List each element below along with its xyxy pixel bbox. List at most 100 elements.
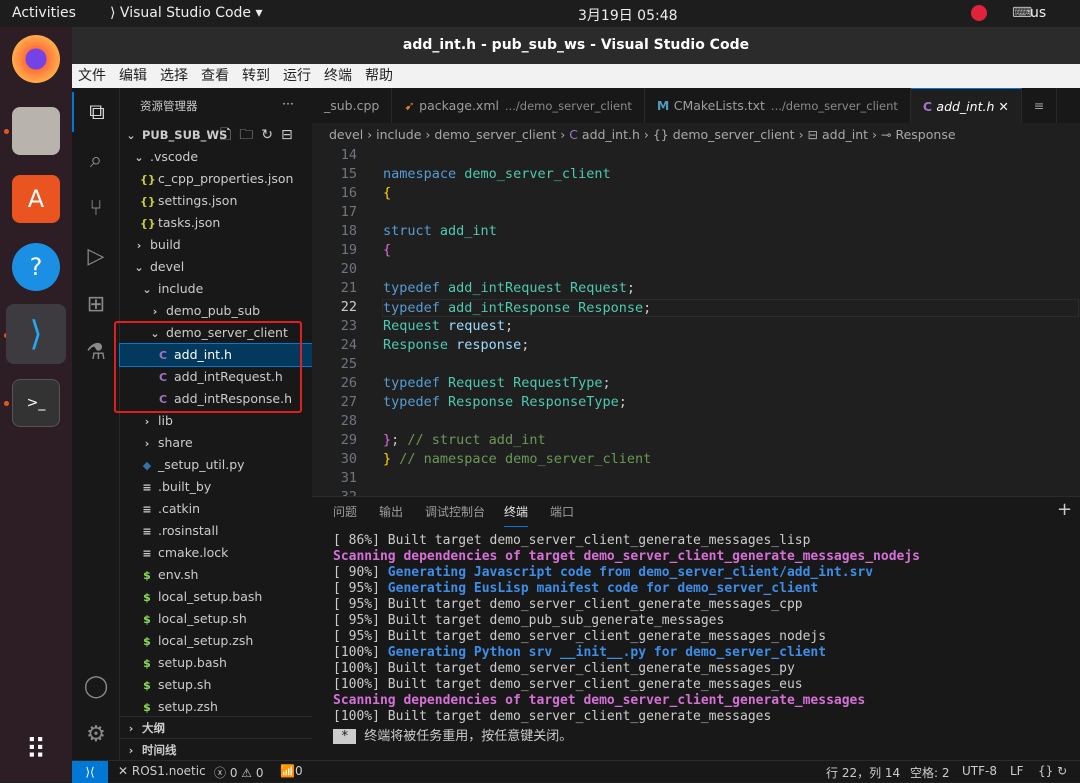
code-line: Response response; [383,337,530,353]
menu-item[interactable]: 编辑 [119,64,147,88]
run-debug-icon[interactable]: ▷ [72,236,120,276]
indentation[interactable]: 空格: 2 [910,764,950,781]
menu-item[interactable]: 文件 [78,64,106,88]
tree-item[interactable]: $ local_setup.sh [120,608,312,630]
help-icon[interactable]: ? [12,243,60,291]
line-number: 18 [340,223,357,239]
code-line: struct add_int [383,223,497,239]
vscode-dock-icon[interactable]: ⟩ [6,304,66,364]
keyboard-layout[interactable]: us [1030,5,1046,21]
tree-item[interactable]: › lib [120,410,312,432]
search-icon[interactable]: ⌕ [72,140,120,180]
workspace-root[interactable]: ⌄ PUB_SUB_WS 🗋🗀↻⊟ [120,124,312,146]
explorer-actions[interactable]: 🗋🗀↻⊟ [220,124,301,146]
tab-cmakelists-txt[interactable]: M CMakeLists.txt .../demo_server_client [645,88,911,123]
terminal-icon[interactable]: >_ [12,379,60,427]
tree-item[interactable]: › share [120,432,312,454]
problems-status[interactable]: ⓧ 0 ⚠ 0 [214,764,264,781]
extensions-icon[interactable]: ⊞ [72,284,120,324]
tab-add-int-h[interactable]: C add_int.h ✕ [910,88,1022,123]
remote-status[interactable]: ✕ ROS1.noetic [118,764,206,778]
breadcrumb: devel › include › demo_server_client › C… [312,124,1080,146]
menu-item[interactable]: 帮助 [365,64,393,88]
activities-button[interactable]: Activities [12,5,76,21]
terminal-line: Scanning dependencies of target demo_ser… [333,693,865,708]
account-icon[interactable]: ◯ [72,666,120,706]
breadcrumb-item[interactable]: demo_server_client [673,127,795,142]
new-terminal-button[interactable]: + [1057,499,1072,520]
breadcrumb-item[interactable]: include [376,127,421,142]
lines-icon: ≡ [142,547,152,560]
tree-item[interactable]: {} settings.json [120,190,312,212]
breadcrumb-item[interactable]: add_int.h [582,127,640,142]
tree-item[interactable]: ⌄ include [120,278,312,300]
clock[interactable]: 3月19日 05:48 [578,5,678,25]
tree-item[interactable]: ⌄ devel [120,256,312,278]
tab--sub-cpp[interactable]: _sub.cpp [312,88,393,123]
app-menu[interactable]: ⟩ Visual Studio Code ▾ [110,5,263,21]
tree-item[interactable]: $ local_setup.zsh [120,630,312,652]
tree-item[interactable]: $ setup.zsh [120,696,312,718]
tree-item[interactable]: › build [120,234,312,256]
tab-package-xml[interactable]: ➹ package.xml .../demo_server_client [392,88,645,123]
editor-actions-icon[interactable]: ≡ [1022,88,1058,123]
encoding[interactable]: UTF-8 [962,764,997,778]
close-icon[interactable]: ✕ [994,99,1008,114]
tree-item[interactable]: › demo_pub_sub [120,300,312,322]
source-control-icon[interactable]: ⑂ [72,188,120,228]
dollar-icon: $ [143,657,151,670]
cursor-position[interactable]: 行 22，列 14 [826,764,900,781]
terminal-text: Generating Javascript code from demo_ser… [387,565,874,580]
tree-item[interactable]: ≡ .built_by [120,476,312,498]
tree-item-label: demo_pub_sub [166,303,261,318]
panel-tab[interactable]: 输出 [379,503,403,520]
more-actions-button[interactable]: ··· [282,96,294,111]
files-icon[interactable] [12,107,60,155]
tree-item[interactable]: $ local_setup.bash [120,586,312,608]
do-not-disturb-icon[interactable] [971,5,987,21]
terminal-text: Scanning dependencies of target demo_ser… [333,693,866,708]
menu-item[interactable]: 选择 [160,64,188,88]
ports-status[interactable]: 📶0 [280,764,303,778]
terminal-output[interactable]: [ 86%] Built target demo_server_client_g… [312,533,1052,761]
code-line: }; // struct add_int [383,432,546,448]
tree-item[interactable]: $ env.sh [120,564,312,586]
menu-item[interactable]: 查看 [201,64,229,88]
panel-tab[interactable]: 调试控制台 [425,503,485,520]
tree-item[interactable]: ◆ _setup_util.py [120,454,312,476]
panel-tab[interactable]: 终端 [504,503,529,527]
outline-section[interactable]: › 大纲 [120,716,312,738]
firefox-icon[interactable] [12,35,60,83]
breadcrumb-item[interactable]: Response [895,127,955,142]
tree-item[interactable]: ⌄ .vscode [120,146,312,168]
tree-item[interactable]: $ setup.sh [120,674,312,696]
tree-item[interactable]: {} tasks.json [120,212,312,234]
json-icon: {} [140,173,156,186]
breadcrumb-item[interactable]: add_int [822,127,868,142]
progress-prefix: [ 95%] [333,581,388,596]
terminal-line: [100%] Built target demo_server_client_g… [333,677,803,692]
tree-item[interactable]: ≡ cmake.lock [120,542,312,564]
tree-item[interactable]: ≡ .rosinstall [120,520,312,542]
code-editor[interactable]: 14 15 namespace demo_server_client 16 {17 18 s… [312,146,1080,496]
tree-item[interactable]: ≡ .catkin [120,498,312,520]
timeline-section[interactable]: › 时间线 [120,738,312,760]
explorer-icon[interactable]: ⧉ [72,92,120,132]
menu-item[interactable]: 终端 [324,64,352,88]
app-center-icon[interactable]: A [12,175,60,223]
menu-item[interactable]: 转到 [242,64,270,88]
menu-item[interactable]: 运行 [283,64,311,88]
panel-tab[interactable]: 问题 [333,503,357,520]
tree-item[interactable]: {} c_cpp_properties.json [120,168,312,190]
breadcrumb-item[interactable]: devel [329,127,363,142]
remote-icon[interactable]: ⟩⟨ [72,761,108,783]
dollar-icon: $ [143,613,151,626]
testing-icon[interactable]: ⚗ [72,332,120,372]
end-of-line[interactable]: LF [1010,764,1024,778]
language-icon[interactable]: {} ↻ [1038,764,1067,778]
show-apps-icon[interactable]: ⠿ [12,725,60,773]
breadcrumb-item[interactable]: demo_server_client [434,127,556,142]
settings-gear-icon[interactable]: ⚙ [72,714,120,754]
tree-item[interactable]: $ setup.bash [120,652,312,674]
panel-tab[interactable]: 端口 [550,503,574,520]
